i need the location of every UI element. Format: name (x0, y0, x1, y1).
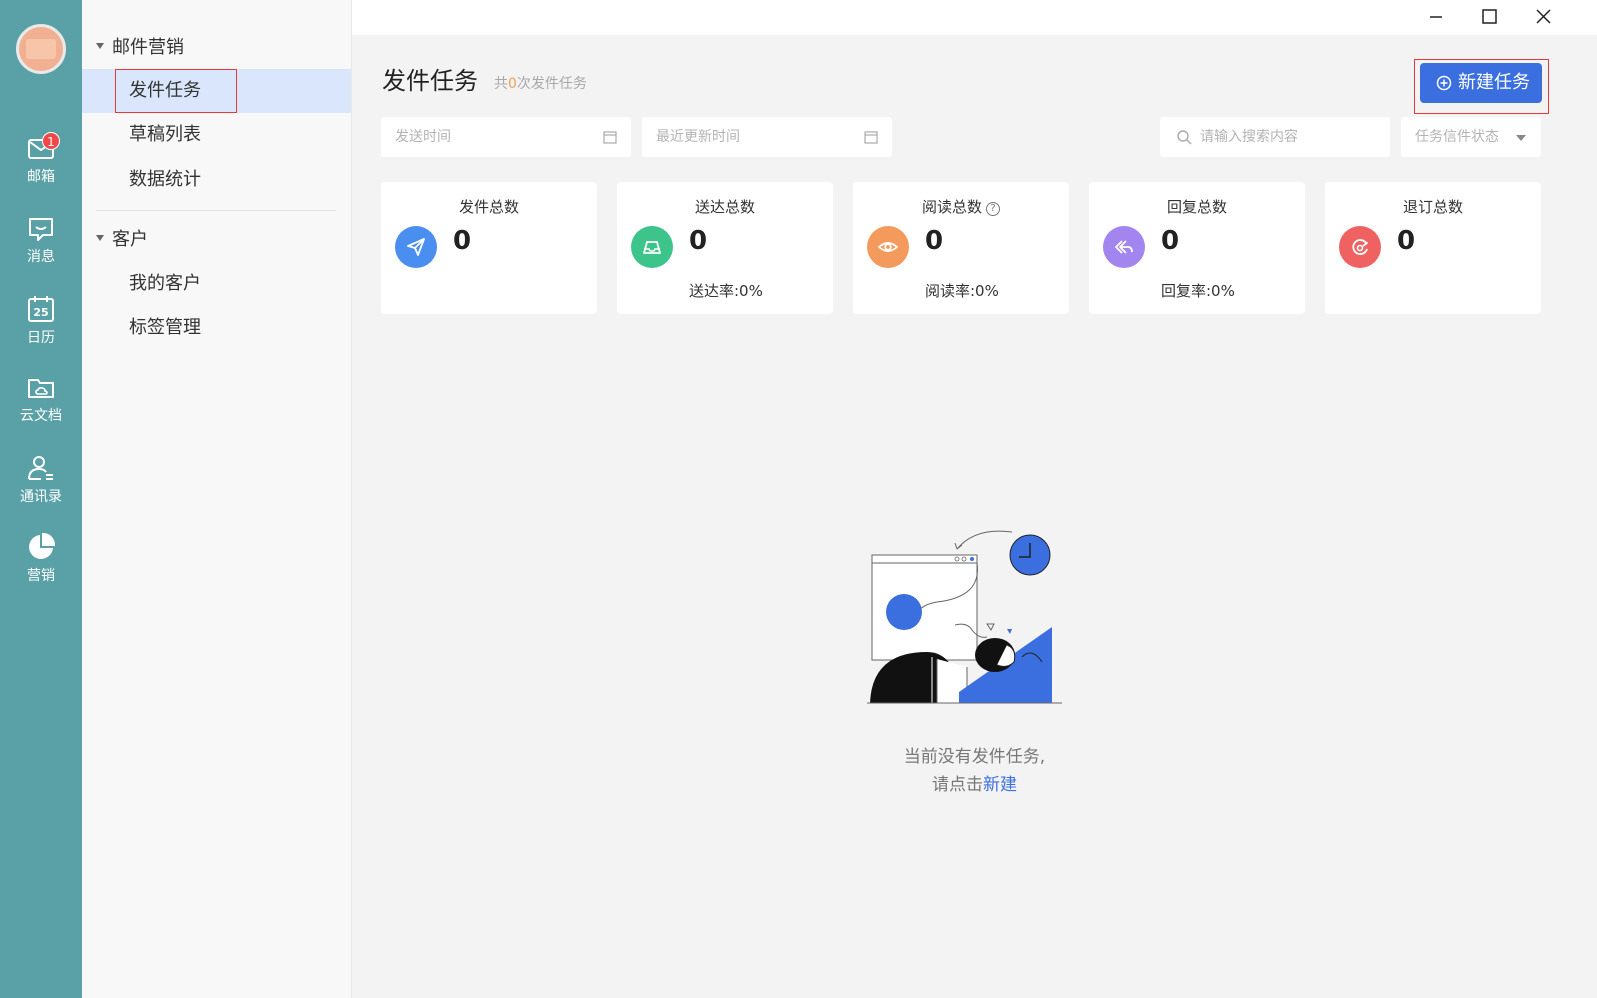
left-rail: 1 邮箱 消息 25 日历 云文档 通讯录 营销 (0, 0, 82, 998)
close-icon (1536, 9, 1551, 24)
empty-state-hint: 请点击新建 (932, 775, 1017, 795)
sidebar-item-drafts[interactable]: 草稿列表 (82, 113, 351, 157)
rail-item-label: 营销 (27, 568, 55, 584)
rail-item-label: 云文档 (20, 408, 62, 424)
calendar-icon (603, 131, 617, 144)
card-rate: 阅读率:0% (925, 282, 999, 300)
rail-item-cloud-docs[interactable]: 云文档 (0, 375, 82, 445)
maximize-button[interactable] (1466, 0, 1512, 35)
status-placeholder: 任务信件状态 (1415, 129, 1499, 145)
mail-icon (0, 136, 82, 162)
eye-icon (867, 226, 909, 268)
empty-state-message: 当前没有发件任务, (903, 747, 1046, 767)
card-rate: 送达率:0% (689, 282, 763, 300)
search-placeholder: 请输入搜索内容 (1200, 129, 1298, 145)
send-time-picker[interactable]: 发送时间 (381, 117, 631, 157)
rail-item-calendar[interactable]: 25 日历 (0, 295, 82, 365)
card-title: 送达总数 (694, 198, 755, 216)
unread-badge: 1 (42, 132, 60, 150)
inbox-icon (631, 226, 673, 268)
pie-chart-icon (0, 533, 82, 561)
stat-card-replied: 回复总数 0 回复率:0% (1089, 182, 1305, 314)
card-value: 0 (1397, 226, 1416, 256)
stat-card-delivered: 送达总数 0 送达率:0% (617, 182, 833, 314)
stat-card-unsubscribed: 退订总数 0 (1325, 182, 1541, 314)
card-rate: 回复率:0% (1161, 282, 1235, 300)
card-title: 阅读总数? (853, 196, 1069, 217)
task-count: 共0次发件任务 (494, 76, 587, 92)
minimize-icon (1430, 16, 1442, 18)
reply-all-icon (1103, 226, 1145, 268)
empty-state-illustration (867, 530, 1062, 704)
card-value: 0 (689, 226, 708, 256)
rail-item-message[interactable]: 消息 (0, 216, 82, 286)
caret-down-icon (1516, 135, 1526, 141)
search-icon (1177, 130, 1192, 145)
caret-down-icon (96, 43, 104, 49)
marketing-sidebar: 邮件营销 发件任务 草稿列表 数据统计 客户 我的客户 标签管理 (82, 0, 352, 998)
card-title: 回复总数 (1166, 198, 1227, 216)
window-titlebar (352, 0, 1597, 35)
page-title: 发件任务 (382, 67, 478, 95)
send-time-placeholder: 发送时间 (395, 129, 451, 145)
maximize-icon (1482, 9, 1497, 24)
card-value: 0 (453, 226, 472, 256)
rail-item-label: 日历 (27, 330, 55, 346)
sidebar-item-tag-management[interactable]: 标签管理 (82, 306, 351, 350)
group-email-marketing[interactable]: 邮件营销 (96, 33, 184, 63)
divider (96, 210, 336, 211)
main-content: 发件任务 共0次发件任务 新建任务 发送时间 最近更新时间 请输入搜索内容 任务… (352, 35, 1597, 998)
card-title: 发件总数 (458, 198, 519, 216)
cloud-folder-icon (0, 375, 82, 401)
calendar-icon: 25 (0, 295, 82, 323)
rail-item-label: 消息 (27, 249, 55, 265)
search-input[interactable]: 请输入搜索内容 (1160, 117, 1390, 157)
group-title: 客户 (112, 229, 148, 250)
send-icon (395, 226, 437, 268)
stat-card-sent: 发件总数 0 (381, 182, 597, 314)
help-icon[interactable]: ? (986, 202, 1000, 216)
rail-item-label: 通讯录 (20, 489, 62, 505)
sidebar-item-statistics[interactable]: 数据统计 (82, 158, 351, 202)
calendar-icon (864, 131, 878, 144)
rail-item-label: 邮箱 (27, 169, 55, 185)
status-select[interactable]: 任务信件状态 (1401, 117, 1541, 157)
create-new-link[interactable]: 新建 (983, 775, 1017, 795)
sidebar-item-my-customers[interactable]: 我的客户 (82, 262, 351, 306)
rail-item-contacts[interactable]: 通讯录 (0, 454, 82, 524)
calendar-day: 25 (33, 306, 48, 319)
card-value: 0 (1161, 226, 1180, 256)
rail-item-marketing[interactable]: 营销 (0, 533, 82, 603)
caret-down-icon (96, 235, 104, 241)
unsubscribe-icon (1339, 226, 1381, 268)
update-time-placeholder: 最近更新时间 (656, 129, 740, 145)
avatar[interactable] (16, 24, 66, 74)
card-value: 0 (925, 226, 944, 256)
highlight-box (1414, 59, 1549, 114)
message-icon (0, 216, 82, 242)
update-time-picker[interactable]: 最近更新时间 (642, 117, 892, 157)
highlight-box (115, 69, 237, 113)
close-button[interactable] (1520, 0, 1566, 35)
stat-card-read: 阅读总数? 0 阅读率:0% (853, 182, 1069, 314)
group-customers[interactable]: 客户 (96, 225, 148, 255)
rail-item-mail[interactable]: 1 邮箱 (0, 132, 82, 206)
group-title: 邮件营销 (112, 37, 184, 58)
contacts-icon (0, 454, 82, 482)
card-title: 退订总数 (1402, 198, 1463, 216)
minimize-button[interactable] (1413, 0, 1459, 35)
